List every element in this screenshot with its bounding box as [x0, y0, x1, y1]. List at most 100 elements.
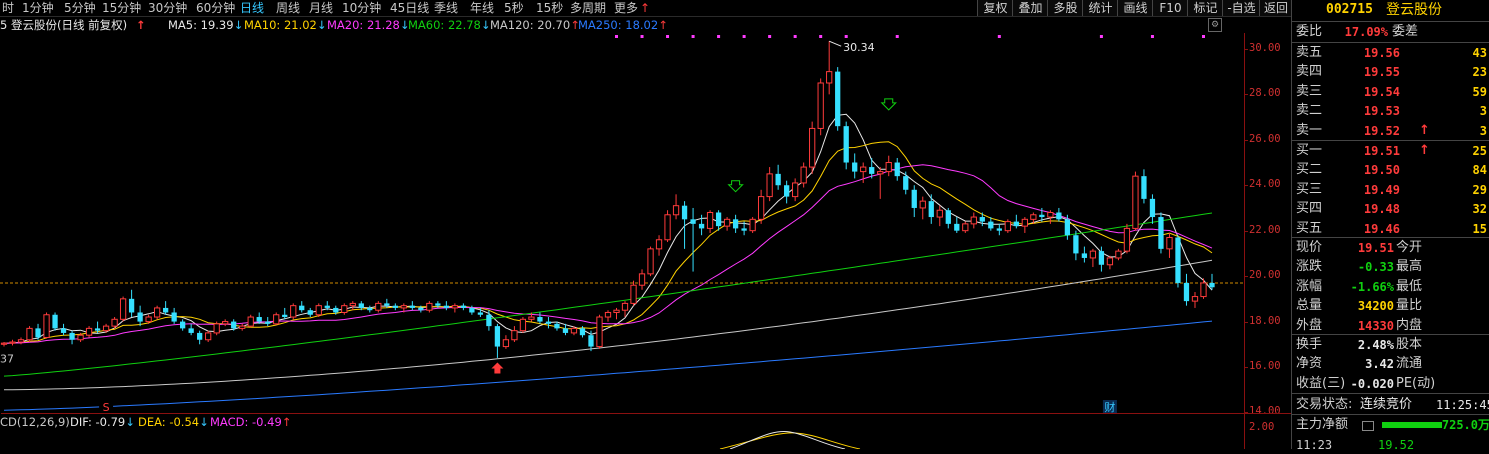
candle-body	[426, 302, 433, 311]
candle	[409, 301, 415, 311]
event-marker[interactable]: 财	[1104, 400, 1115, 414]
toolbar-button-2[interactable]: 多股	[1047, 0, 1083, 16]
signal-dot	[819, 35, 823, 38]
tab-timeframe-8[interactable]: 月线	[309, 0, 333, 16]
grid-icon[interactable]	[1362, 421, 1374, 431]
tab-timeframe-4[interactable]: 30分钟	[148, 0, 187, 16]
ma-item-5: MA250: 18.02↑	[578, 17, 668, 33]
tab-timeframe-1[interactable]: 1分钟	[22, 0, 54, 16]
toolbar-button-7[interactable]: -自选	[1222, 0, 1260, 16]
bid-row[interactable]: 买四 19.48 32	[1292, 200, 1489, 218]
macd-item-2: DEA: -0.54↓	[138, 414, 209, 430]
toolbar-button-5[interactable]: F10	[1152, 0, 1188, 16]
ma-arrow: ↑	[658, 18, 668, 32]
bid-row[interactable]: 买五 19.46 15	[1292, 220, 1489, 238]
candle-body	[630, 284, 637, 304]
order-label: 买二	[1296, 162, 1323, 178]
tab-timeframe-15[interactable]: 多周期	[570, 0, 606, 16]
candle	[519, 317, 527, 333]
candle-body	[451, 305, 459, 309]
tab-timeframe-7[interactable]: 周线	[276, 0, 300, 16]
candle	[1073, 230, 1079, 261]
signal-dot	[691, 35, 695, 38]
more-arrow-icon[interactable]: ↑	[640, 0, 650, 16]
candle-body	[1141, 176, 1147, 199]
candle-body	[1098, 251, 1105, 265]
ask-row[interactable]: 卖二 19.53 3	[1292, 102, 1489, 120]
candle	[85, 326, 93, 338]
bid-row[interactable]: 买二 19.50 84	[1292, 161, 1489, 179]
candle-body	[817, 82, 824, 129]
candle-body	[570, 327, 578, 334]
tab-timeframe-13[interactable]: 5秒	[504, 0, 524, 16]
toolbar-button-6[interactable]: 标记	[1187, 0, 1223, 16]
candle	[1004, 219, 1011, 233]
candle-body	[860, 166, 867, 173]
candle	[180, 319, 186, 331]
candle-body	[1047, 212, 1054, 218]
tick-mark	[1245, 94, 1248, 96]
tab-timeframe-6[interactable]: 日线	[240, 0, 264, 16]
price-tick: 22.00	[1249, 223, 1281, 236]
order-volume: 84	[1472, 163, 1487, 178]
order-price: 19.56	[1363, 46, 1400, 60]
tab-timeframe-14[interactable]: 15秒	[536, 0, 563, 16]
ask-row[interactable]: 卖四 19.55 23	[1292, 63, 1489, 81]
tab-timeframe-12[interactable]: 年线	[470, 0, 494, 16]
stat-row: 收益(三) -0.020 PE(动)	[1292, 375, 1489, 393]
toolbar-button-0[interactable]: 复权	[977, 0, 1013, 16]
candle-body	[681, 205, 688, 220]
candle	[367, 305, 373, 313]
stat-label: 收益(三)	[1296, 375, 1346, 391]
order-label: 买五	[1296, 220, 1323, 236]
sell-signal-icon	[727, 180, 744, 193]
bid-row[interactable]: 买三 19.49 29	[1292, 181, 1489, 199]
toolbar-button-1[interactable]: 叠加	[1012, 0, 1048, 16]
stat-value: 19.51	[1357, 241, 1394, 255]
candle-body	[706, 212, 714, 229]
order-label: 卖三	[1296, 83, 1323, 99]
candle-body	[723, 218, 731, 227]
candle	[672, 194, 680, 220]
signal-dot	[1099, 35, 1103, 38]
toolbar-button-4[interactable]: 画线	[1117, 0, 1153, 16]
tick-mark	[1245, 139, 1248, 141]
candle	[655, 235, 663, 256]
tab-timeframe-2[interactable]: 5分钟	[64, 0, 96, 16]
tab-timeframe-10[interactable]: 45日线	[390, 0, 429, 16]
tab-timeframe-5[interactable]: 60分钟	[196, 0, 235, 16]
candle-body	[265, 321, 271, 324]
ma-value: MA250: 18.02	[578, 18, 659, 32]
ask-row[interactable]: 卖五 19.56 43	[1292, 44, 1489, 62]
candle	[877, 167, 884, 199]
tab-timeframe-9[interactable]: 10分钟	[342, 0, 381, 16]
candle	[766, 167, 773, 202]
tick-mark	[1245, 48, 1248, 50]
candle	[919, 196, 926, 220]
candle-body	[17, 339, 25, 343]
candle-body	[903, 176, 909, 190]
bid-row[interactable]: 买一 19.51 ↑ 25	[1292, 142, 1489, 160]
stat-label-2: 流通	[1396, 356, 1423, 372]
candle	[647, 246, 654, 277]
candle	[784, 180, 790, 204]
tick-mark	[1245, 185, 1248, 187]
macd-item-3: MACD: -0.49↑	[210, 414, 291, 430]
candle-body	[554, 323, 560, 329]
tab-timeframe-0[interactable]: 时	[2, 0, 14, 16]
toolbar-button-8[interactable]: 返回	[1259, 0, 1292, 16]
stat-value: 34200	[1357, 299, 1394, 314]
candle-body	[1191, 296, 1199, 302]
candle-body	[1013, 221, 1019, 227]
toolbar-button-3[interactable]: 统计	[1082, 0, 1118, 16]
candle	[511, 326, 518, 343]
ask-row[interactable]: 卖三 19.54 59	[1292, 83, 1489, 101]
tab-timeframe-3[interactable]: 15分钟	[102, 0, 141, 16]
candlestick-chart[interactable]: 30.34S财涨榜减B37	[0, 33, 1244, 417]
candle-body	[1073, 235, 1079, 254]
ask-row[interactable]: 卖一 19.52 ↑ 3	[1292, 122, 1489, 140]
candle	[1141, 169, 1147, 204]
tab-timeframe-11[interactable]: 季线	[434, 0, 458, 16]
settings-icon[interactable]: ⚙	[1208, 18, 1222, 32]
tab-timeframe-16[interactable]: 更多	[614, 0, 638, 16]
